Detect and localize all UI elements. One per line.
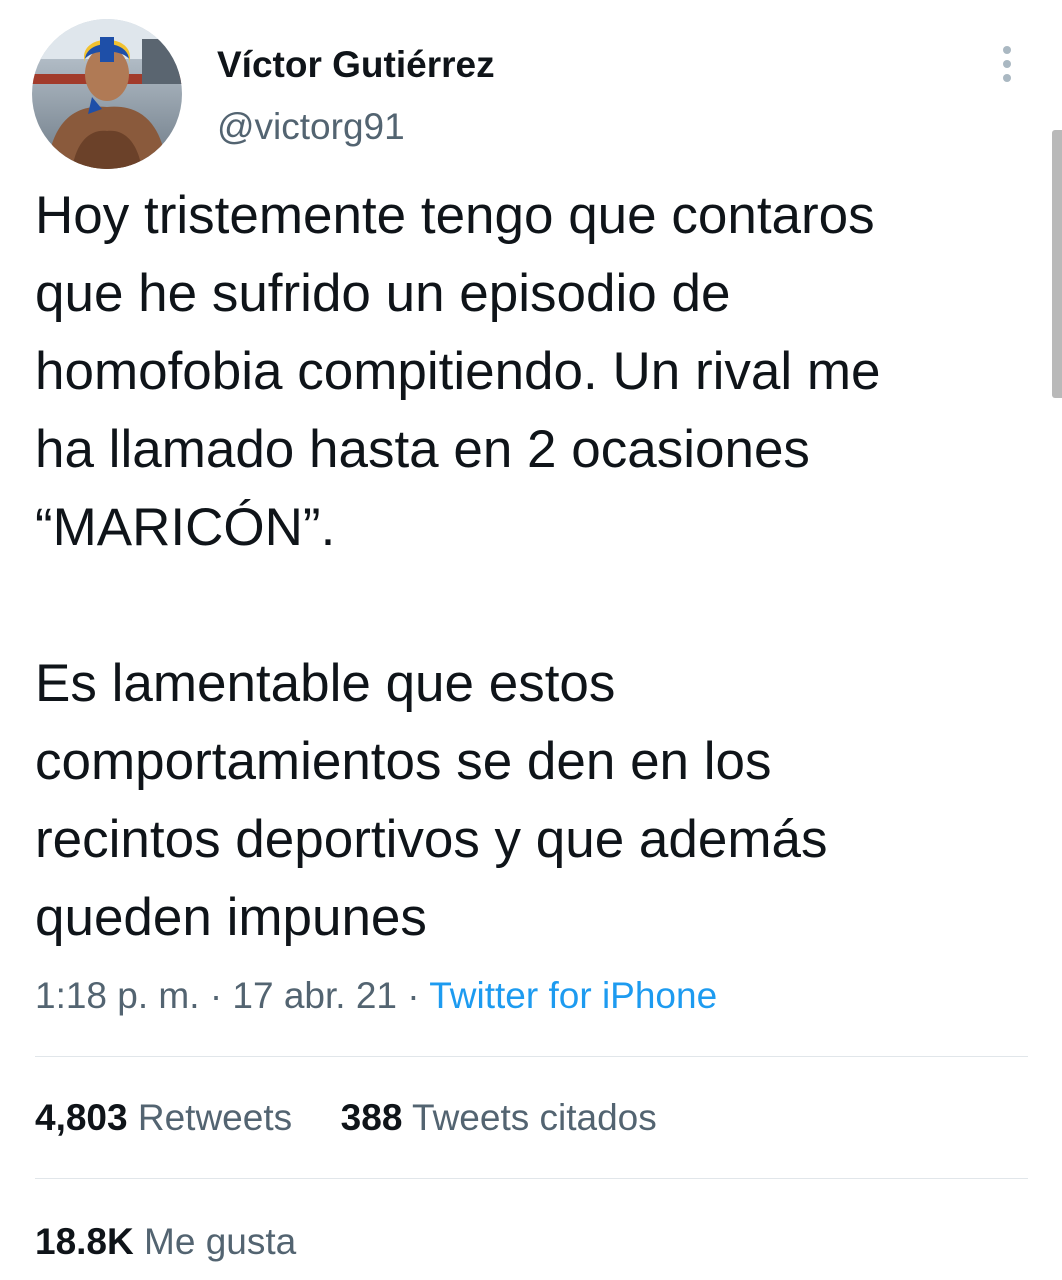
more-dot [1003,46,1011,54]
tweet-date[interactable]: 17 abr. 21 [232,975,397,1016]
avatar[interactable] [32,19,182,169]
tweet-text-line: queden impunes [35,888,427,947]
display-name[interactable]: Víctor Gutiérrez [217,44,495,86]
meta-separator: · [407,975,420,1016]
meta-separator: · [209,975,223,1016]
divider [35,1056,1028,1057]
retweets-label: Retweets [137,1097,293,1138]
quote-tweets-count: 388 [340,1097,403,1138]
tweet-text-line: homofobia compitiendo. Un rival me [35,342,881,401]
tweet-text-line: Hoy tristemente tengo que contaros [35,186,875,245]
profile-photo-icon [32,19,182,169]
tweet-text-line: comportamientos se den en los [35,732,772,791]
scrollbar[interactable] [1052,130,1062,398]
tweet-text-line: recintos deportivos y que además [35,810,828,869]
tweet-source-link[interactable]: Twitter for iPhone [429,975,717,1016]
more-options-icon[interactable] [994,42,1020,86]
engagement-stats-row: 4,803 Retweets 388 Tweets citados [35,1097,657,1139]
likes-count: 18.8K [35,1221,134,1262]
tweet-text-line: Es lamentable que estos [35,654,616,713]
likes-stats-row: 18.8K Me gusta [35,1221,296,1263]
tweet-metadata: 1:18 p. m. · 17 abr. 21 · Twitter for iP… [35,975,717,1017]
retweets-count: 4,803 [35,1097,128,1138]
retweets-stat[interactable]: 4,803 Retweets [35,1097,302,1138]
tweet-text-line: que he sufrido un episodio de [35,264,731,323]
quote-tweets-label: Tweets citados [412,1097,657,1138]
user-handle[interactable]: @victorg91 [217,106,405,148]
tweet-text: Hoy tristemente tengo que contaros que h… [35,177,1035,957]
tweet-text-line: ha llamado hasta en 2 ocasiones [35,420,810,479]
tweet-text-line: “MARICÓN”. [35,498,336,557]
likes-stat[interactable]: 18.8K Me gusta [35,1221,296,1262]
likes-label: Me gusta [144,1221,297,1262]
quote-tweets-stat[interactable]: 388 Tweets citados [341,1097,657,1138]
more-dot [1003,74,1011,82]
divider [35,1178,1028,1179]
tweet-time[interactable]: 1:18 p. m. [35,975,200,1016]
more-dot [1003,60,1011,68]
tweet-detail: Víctor Gutiérrez @victorg91 Hoy tristeme… [0,0,1062,1280]
